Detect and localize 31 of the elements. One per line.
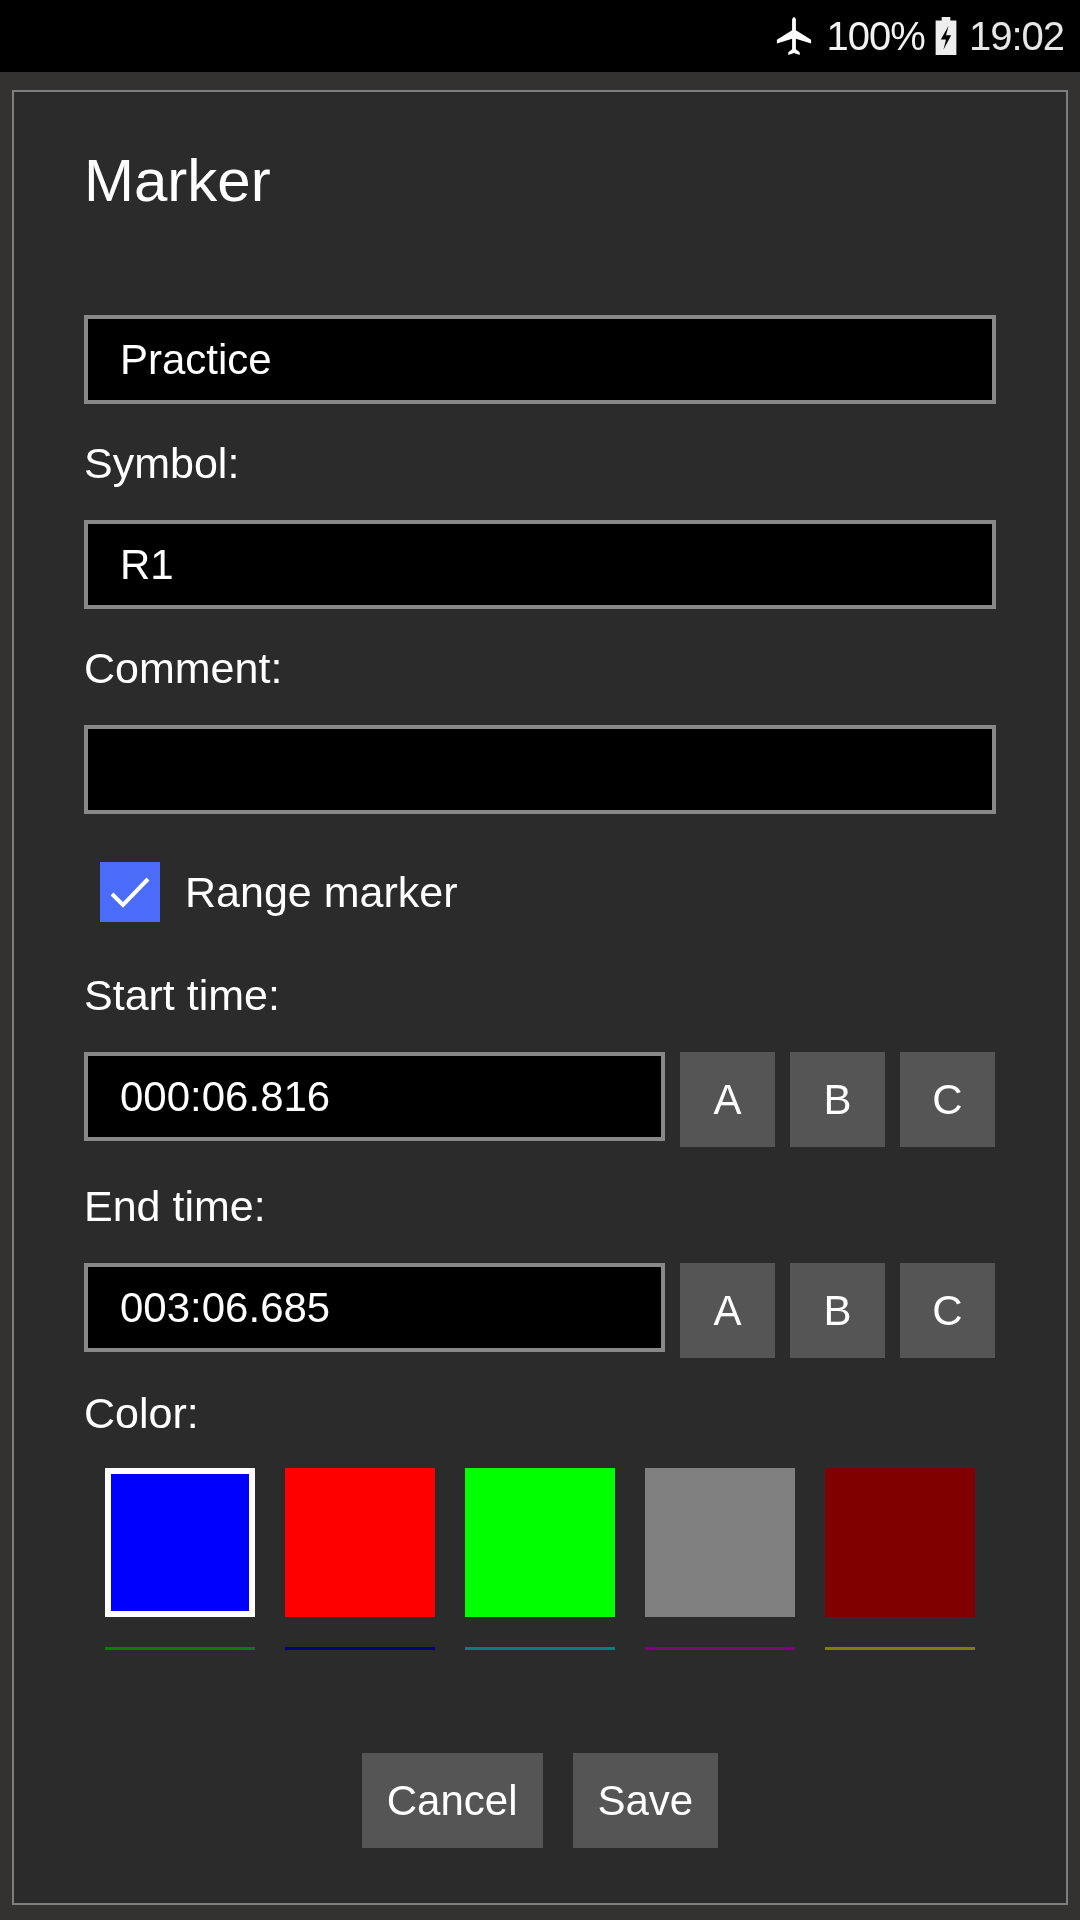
time-set-button[interactable]: C [900, 1052, 995, 1147]
color-swatch[interactable] [465, 1468, 615, 1617]
battery-percent: 100% [826, 13, 925, 59]
field-label: Symbol: [84, 438, 241, 488]
color-swatch[interactable] [285, 1468, 435, 1617]
comment-input[interactable] [84, 725, 996, 814]
time-input[interactable]: 000:06.816 [84, 1052, 665, 1141]
dialog-title: Marker [84, 146, 272, 216]
checkbox-label: Range marker [185, 867, 458, 917]
dialog-button[interactable]: Save [572, 1753, 719, 1848]
name-input[interactable]: Practice [84, 315, 996, 404]
time-input[interactable]: 003:06.685 [84, 1263, 665, 1352]
clock: 19:02 [968, 13, 1064, 59]
checkmark-icon [110, 876, 150, 908]
time-set-button[interactable]: B [790, 1263, 885, 1358]
color-swatch[interactable] [825, 1468, 975, 1617]
time-set-button[interactable]: B [790, 1052, 885, 1147]
time-set-button[interactable]: C [900, 1263, 995, 1358]
battery-charging-icon [934, 17, 957, 55]
symbol-input[interactable]: R1 [84, 520, 996, 609]
range-marker-checkbox[interactable] [100, 862, 160, 922]
field-label: End time: [84, 1181, 267, 1231]
color-swatch[interactable] [645, 1468, 795, 1617]
color-swatch[interactable] [105, 1468, 255, 1617]
field-label: Comment: [84, 643, 284, 693]
dialog-button[interactable]: Cancel [361, 1753, 543, 1848]
field-label: Color: [84, 1388, 200, 1438]
time-set-button[interactable]: A [680, 1263, 775, 1358]
field-label: Start time: [84, 970, 281, 1020]
airplane-icon [774, 17, 813, 55]
time-set-button[interactable]: A [680, 1052, 775, 1147]
